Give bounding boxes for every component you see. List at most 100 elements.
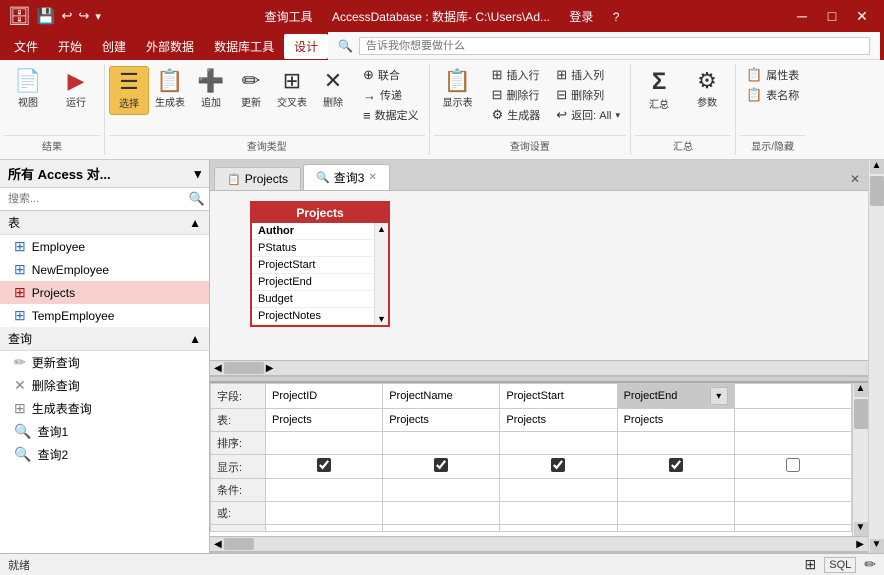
select-button[interactable]: ☰ 选择 [109,66,149,115]
h-scroll-right-btn[interactable]: ▶ [264,363,276,374]
delete-row-button[interactable]: ⊟ 删除行 [486,86,547,104]
builder-button[interactable]: ⚙ 生成器 [486,106,547,124]
field-projectnotes[interactable]: ProjectNotes [252,308,388,325]
menu-file[interactable]: 文件 [4,34,48,59]
grid-cell-field-empty[interactable] [734,384,851,409]
grid-cell-table-empty[interactable] [734,409,851,432]
sidebar-item-make-table-query[interactable]: ⊞ 生成表查询 [0,397,209,420]
return-dropdown-icon[interactable]: ▾ [616,110,621,121]
params-button[interactable]: ⚙ 参数 [683,66,731,113]
union-button[interactable]: ⊕ 联合 [357,66,425,84]
restore-button[interactable]: □ [818,4,846,28]
grid-cell-sort-empty[interactable] [734,432,851,455]
grid-cell-sort-projectstart[interactable] [500,432,617,455]
close-button[interactable]: ✕ [848,4,876,28]
sidebar-item-query1[interactable]: 🔍 查询1 [0,420,209,443]
grid-h-scroll-thumb[interactable] [224,538,254,550]
sidebar-item-tempemployee[interactable]: ⊞ TempEmployee [0,304,209,327]
field-author[interactable]: Author [252,223,388,240]
scroll-down-btn[interactable]: ▼ [376,313,387,325]
data-def-button[interactable]: ≡ 数据定义 [357,106,425,124]
sidebar-section-queries[interactable]: 查询 ▲ [0,327,209,351]
grid-scroll-down[interactable]: ▼ [854,522,868,536]
grid-scroll-up[interactable]: ▲ [854,383,868,397]
property-sheet-button[interactable]: 📋 属性表 [740,66,805,84]
show-checkbox-projectend[interactable] [669,458,683,472]
grid-h-scroll-right[interactable]: ▶ [854,539,866,550]
sidebar-item-query2[interactable]: 🔍 查询2 [0,443,209,466]
show-table-button[interactable]: 📋 显示表 [434,66,482,113]
menu-create[interactable]: 创建 [92,34,136,59]
insert-col-button[interactable]: ⊞ 插入列 [550,66,626,84]
sidebar-search-input[interactable] [4,191,189,207]
ribbon-search-input[interactable] [359,37,870,55]
grid-cell-or-projectname[interactable] [383,502,500,525]
table-names-button[interactable]: 📋 表名称 [740,86,805,104]
grid-cell-criteria-projectstart[interactable] [500,479,617,502]
login-label[interactable]: 登录 [569,10,593,24]
help-label[interactable]: ? [613,10,620,24]
field-budget[interactable]: Budget [252,291,388,308]
grid-cell-table-projectstart[interactable]: Projects [500,409,617,432]
h-scroll-bar[interactable]: ◀ ▶ [210,360,868,376]
save-icon[interactable]: 💾 [37,7,56,25]
redo-icon[interactable]: ↪ [78,8,89,24]
grid-cell-extra-5[interactable] [734,525,851,532]
grid-cell-field-projectname[interactable]: ProjectName [383,384,500,409]
menu-home[interactable]: 开始 [48,34,92,59]
menu-external[interactable]: 外部数据 [136,34,204,59]
minimize-button[interactable]: ─ [788,4,816,28]
grid-cell-sort-projectname[interactable] [383,432,500,455]
view-button[interactable]: 📄 视图 [4,66,52,113]
grid-cell-or-projectend[interactable] [617,502,734,525]
grid-cell-extra-2[interactable] [383,525,500,532]
grid-cell-table-projectend[interactable]: Projects [617,409,734,432]
pass-through-button[interactable]: → 传递 [357,86,425,104]
field-projectend[interactable]: ProjectEnd [252,274,388,291]
sidebar-item-projects[interactable]: ⊞ Projects [0,281,209,304]
tab-query3-close[interactable]: ✕ [368,172,376,183]
return-button[interactable]: ↩ 返回: All ▾ [550,106,626,124]
undo-icon[interactable]: ↩ [62,8,73,24]
tab-projects[interactable]: 📋 Projects [214,167,301,190]
show-checkbox-projectname[interactable] [434,458,448,472]
grid-cell-field-projectid[interactable]: ProjectID [266,384,383,409]
grid-cell-extra-1[interactable] [266,525,383,532]
append-button[interactable]: ➕ 追加 [191,66,231,113]
show-checkbox-projectid[interactable] [317,458,331,472]
grid-cell-criteria-projectend[interactable] [617,479,734,502]
field-projectstart[interactable]: ProjectStart [252,257,388,274]
grid-cell-or-empty[interactable] [734,502,851,525]
menu-design[interactable]: 设计 [284,34,328,59]
grid-view-icon[interactable]: ⊞ [805,556,817,573]
h-scroll-left-btn[interactable]: ◀ [212,363,224,374]
field-pstatus[interactable]: PStatus [252,240,388,257]
sidebar-nav-icon[interactable]: ▾ [194,166,201,182]
sidebar-item-employee[interactable]: ⊞ Employee [0,235,209,258]
grid-dropdown-arrow[interactable]: ▾ [710,387,728,405]
crosstab-button[interactable]: ⊞ 交叉表 [271,66,313,113]
menu-db-tools[interactable]: 数据库工具 [204,34,284,59]
sql-view-label[interactable]: SQL [824,557,856,573]
grid-cell-criteria-empty[interactable] [734,479,851,502]
show-checkbox-projectstart[interactable] [551,458,565,472]
toolbar-more[interactable]: ▾ [95,10,101,23]
sidebar-item-newemployee[interactable]: ⊞ NewEmployee [0,258,209,281]
grid-cell-table-projectid[interactable]: Projects [266,409,383,432]
scroll-up-btn[interactable]: ▲ [376,223,387,235]
content-scroll-thumb[interactable] [870,176,884,206]
tab-close-all[interactable]: ✕ [846,168,864,190]
grid-cell-or-projectstart[interactable] [500,502,617,525]
design-view-icon[interactable]: ✏ [864,556,876,573]
content-scroll-up[interactable]: ▲ [870,160,884,174]
make-table-button[interactable]: 📋 生成表 [149,66,191,113]
grid-h-scroll-bar[interactable]: ◀ ▶ [210,536,868,552]
grid-cell-table-projectname[interactable]: Projects [383,409,500,432]
tab-query3[interactable]: 🔍 查询3 ✕ [303,164,390,190]
totals-button[interactable]: Σ 汇总 [635,66,683,115]
sidebar-section-tables[interactable]: 表 ▲ [0,211,209,235]
sidebar-item-update-query[interactable]: ✏ 更新查询 [0,351,209,374]
grid-cell-criteria-projectname[interactable] [383,479,500,502]
delete-col-button[interactable]: ⊟ 删除列 [550,86,626,104]
grid-cell-criteria-projectid[interactable] [266,479,383,502]
